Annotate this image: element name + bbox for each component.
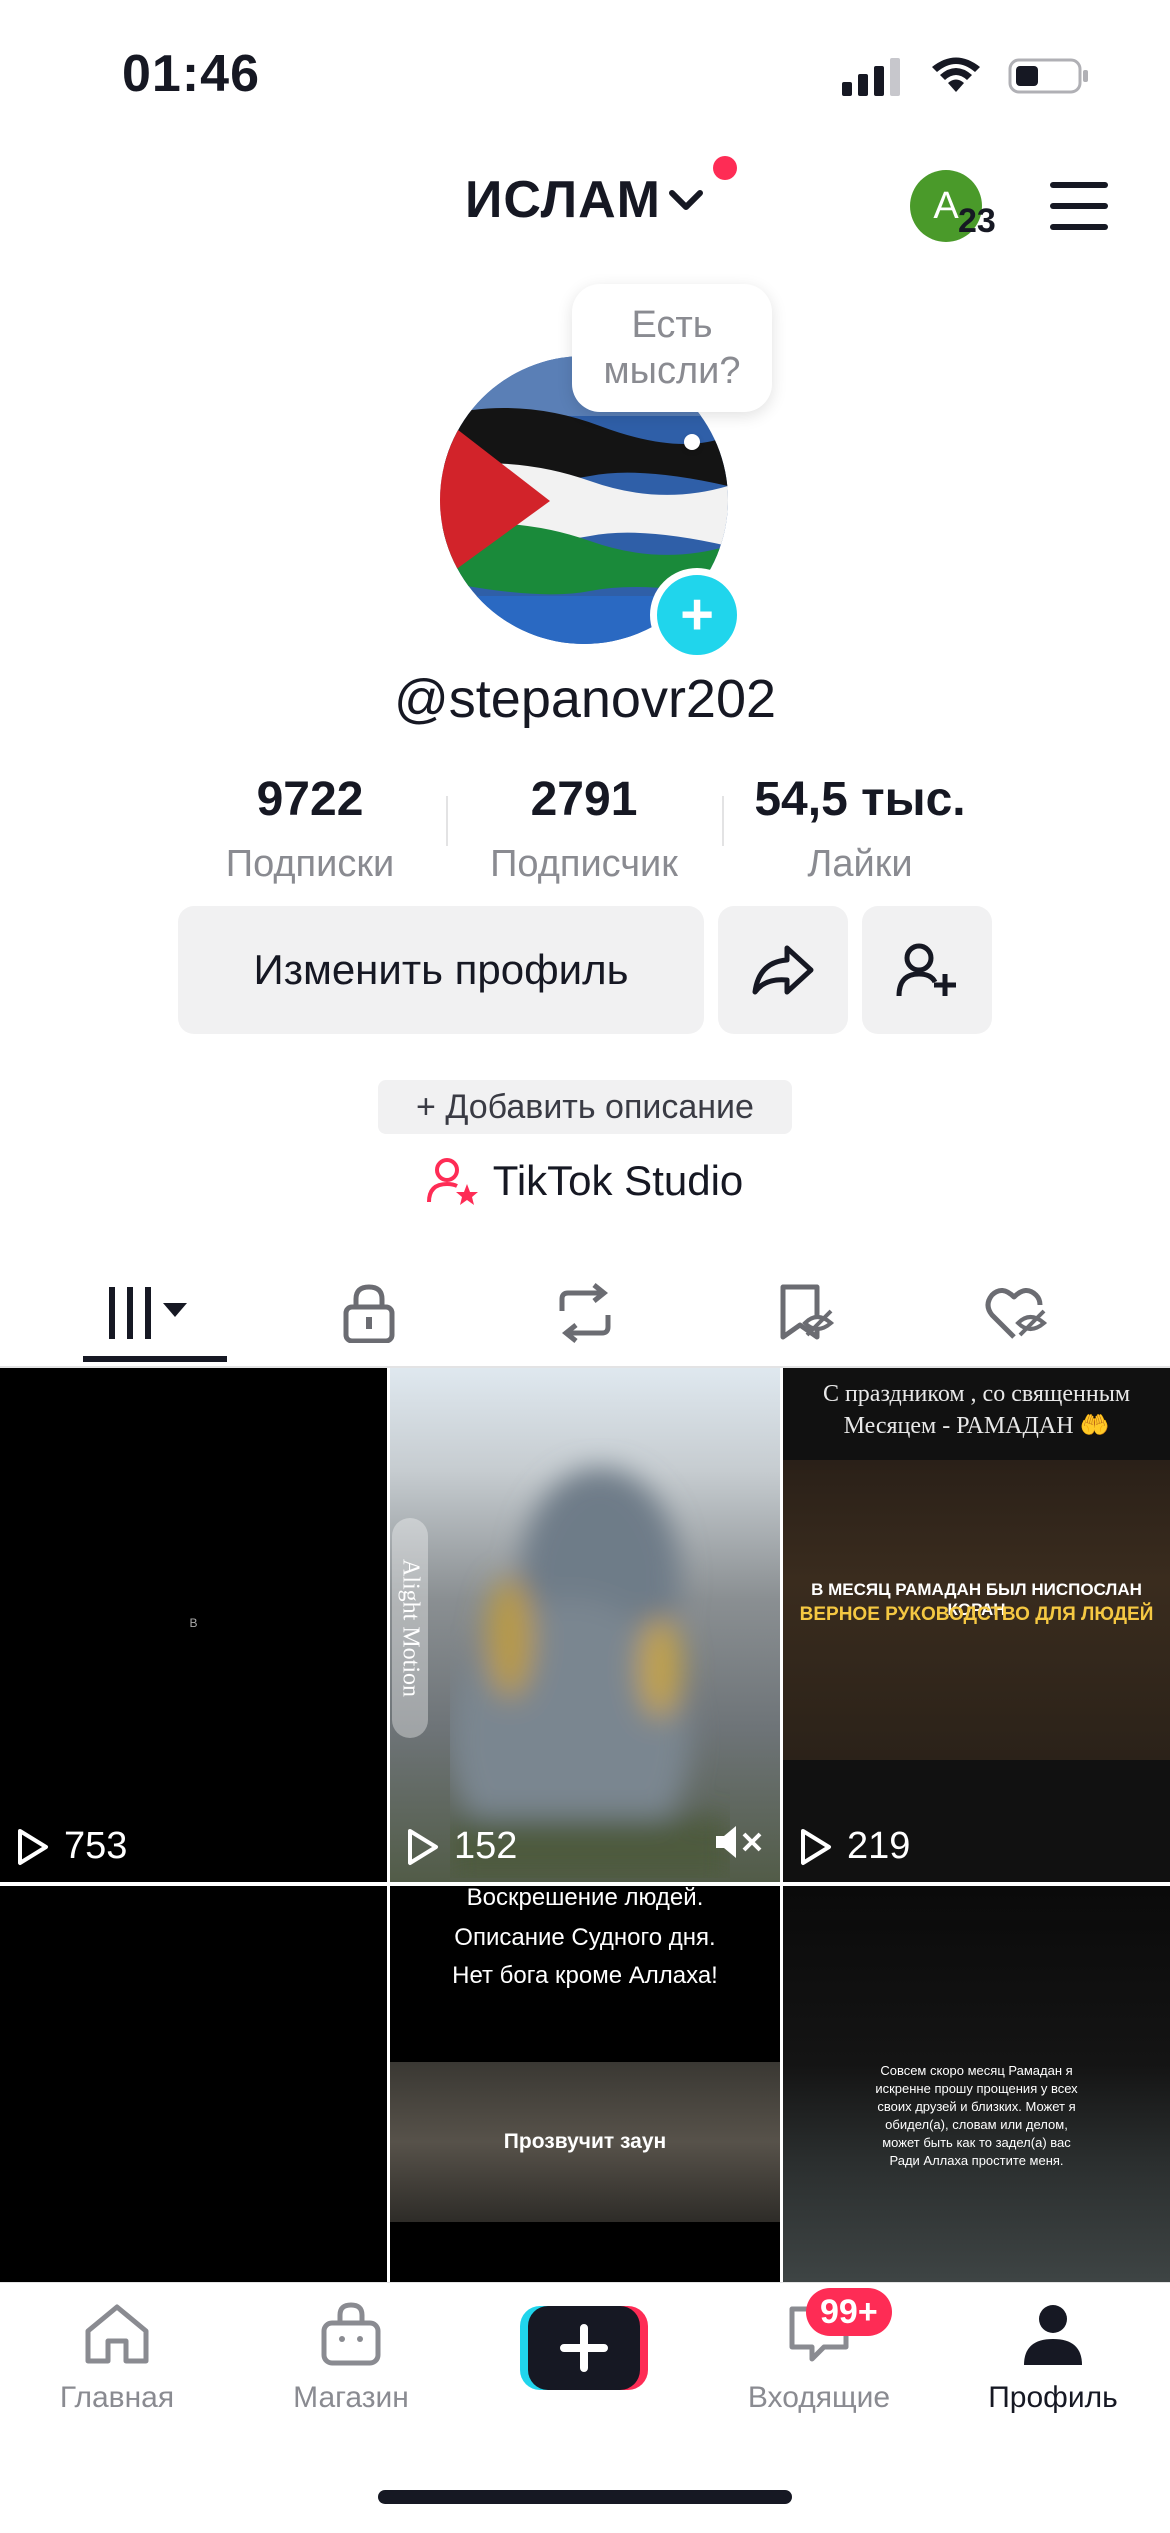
tab-saved[interactable] <box>688 1260 922 1366</box>
thumbnail-caption: Совсем скоро месяц Рамадан я искренне пр… <box>875 2063 1078 2168</box>
nav-shop[interactable]: Магазин <box>234 2301 468 2415</box>
profile-icon <box>1024 2305 1082 2365</box>
avatar-letter: A <box>933 184 959 227</box>
status-time: 01:46 <box>122 45 260 103</box>
nav-inbox-label: Входящие <box>747 2381 891 2414</box>
repost-icon <box>559 1283 611 1343</box>
thumbnail-text: B <box>189 1616 198 1630</box>
thumbnail-caption: Воскрешение людей. <box>466 1886 704 1911</box>
tiktok-studio-link[interactable]: TikTok Studio <box>0 1156 1170 1206</box>
thought-bubble-tail <box>684 434 700 450</box>
tab-reposts[interactable] <box>468 1260 702 1366</box>
edit-profile-button[interactable]: Изменить профиль <box>178 906 704 1034</box>
share-icon <box>752 945 814 995</box>
video-thumbnail[interactable]: Воскрешение людей. Описание Судного дня.… <box>390 1886 780 2282</box>
stat-value: 9722 <box>256 773 364 826</box>
home-icon <box>85 2304 149 2364</box>
lock-icon <box>343 1284 395 1343</box>
stat-following[interactable]: 9722 Подписки <box>190 772 430 886</box>
stat-label: Подписки <box>225 843 395 885</box>
play-icon <box>408 1828 438 1865</box>
video-thumbnail[interactable]: B 753 <box>0 1368 387 1882</box>
hamburger-menu-icon[interactable] <box>1050 182 1108 230</box>
stat-likes[interactable]: 54,5 тыс. Лайки <box>730 772 990 886</box>
tab-liked[interactable] <box>900 1260 1134 1366</box>
thumbnail-caption: Прозвучит заун <box>503 2130 667 2153</box>
page-title: ИСЛАМ <box>465 171 661 229</box>
add-friends-button[interactable] <box>862 906 992 1034</box>
inbox-badge: 99+ <box>806 2288 892 2336</box>
home-indicator[interactable] <box>378 2490 792 2504</box>
heart-hidden-icon <box>985 1288 1048 1339</box>
stat-divider <box>722 796 724 846</box>
tiktok-studio-label: TikTok Studio <box>492 1157 744 1204</box>
add-avatar-button[interactable]: + <box>650 568 744 662</box>
shopping-bag-icon <box>321 2302 381 2366</box>
stat-value: 2791 <box>530 773 638 826</box>
active-tab-indicator <box>83 1356 227 1362</box>
username: @stepanovr202 <box>393 669 777 729</box>
view-count: 152 <box>406 1825 517 1868</box>
view-count: 753 <box>16 1825 127 1868</box>
battery-icon <box>1008 58 1088 94</box>
play-icon <box>801 1828 831 1865</box>
tab-videos[interactable] <box>38 1260 272 1366</box>
thumbnail-caption: ВЕРНОЕ РУКОВОДСТВО ДЛЯ ЛЮДЕЙ <box>799 1604 1154 1625</box>
cellular-signal-icon <box>842 58 900 96</box>
muted-icon <box>716 1826 762 1858</box>
videos-grid-icon <box>109 1287 187 1339</box>
nav-home-label: Главная <box>59 2381 175 2414</box>
view-count-value: 753 <box>64 1825 128 1867</box>
avatar-count-badge: 23 <box>958 202 996 240</box>
thumbnail-caption: Описание Судного дня. <box>454 1924 716 1951</box>
status-icons <box>842 56 1090 96</box>
nav-home[interactable]: Главная <box>0 2301 234 2415</box>
thumbnail-caption: Нет бога кроме Аллаха! <box>452 1962 718 1989</box>
edit-profile-label: Изменить профиль <box>253 946 629 993</box>
share-profile-button[interactable] <box>718 906 848 1034</box>
chevron-down-icon <box>669 190 703 210</box>
creator-studio-icon <box>426 1158 478 1205</box>
wifi-icon <box>932 57 980 92</box>
view-count-value: 152 <box>454 1825 518 1867</box>
video-thumbnail[interactable]: Совсем скоро месяц Рамадан я искренне пр… <box>783 1886 1170 2282</box>
stat-label: Подписчик <box>490 843 678 885</box>
video-thumbnail[interactable]: С праздником , со священным Месяцем - РА… <box>783 1368 1170 1882</box>
stat-label: Лайки <box>807 843 913 885</box>
stat-followers[interactable]: 2791 Подписчик <box>464 772 704 886</box>
watermark: Alight Motion <box>392 1518 428 1738</box>
view-count-value: 219 <box>847 1825 911 1867</box>
bookmark-hidden-icon <box>780 1284 835 1340</box>
blurred-figure-image <box>450 1468 730 1878</box>
thumbnail-title: С праздником , со священным Месяцем - РА… <box>822 1381 1131 1439</box>
nav-profile-label: Профиль <box>988 2381 1118 2414</box>
add-description-button[interactable]: + Добавить описание <box>378 1080 792 1134</box>
thought-bubble[interactable]: Есть мысли? <box>572 284 772 412</box>
nav-shop-label: Магазин <box>293 2381 409 2414</box>
video-thumbnail[interactable] <box>0 1886 387 2282</box>
video-thumbnail[interactable]: Alight Motion 152 <box>390 1368 780 1882</box>
create-video-button[interactable] <box>520 2306 648 2390</box>
tab-private[interactable] <box>252 1260 486 1366</box>
stat-value: 54,5 тыс. <box>754 773 966 826</box>
view-count: 219 <box>799 1825 910 1868</box>
play-icon <box>18 1828 48 1865</box>
stat-divider <box>446 796 448 846</box>
thought-bubble-text: Есть мысли? <box>603 304 741 392</box>
notification-dot <box>713 156 737 180</box>
nav-profile[interactable]: Профиль <box>936 2301 1170 2415</box>
add-user-icon <box>896 943 956 997</box>
content-tabs <box>0 1260 1170 1368</box>
